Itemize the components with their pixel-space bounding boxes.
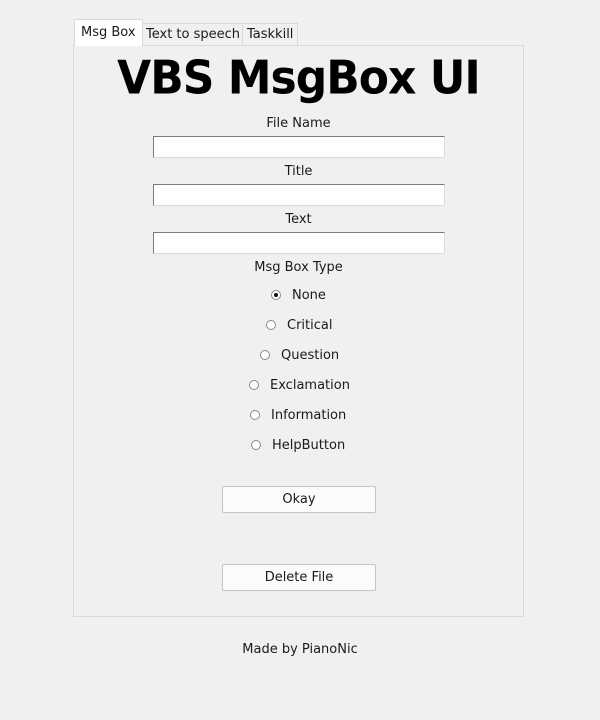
footer-credit: Made by PianoNic bbox=[242, 642, 358, 657]
radio-critical-label: Critical bbox=[287, 317, 333, 333]
radio-exclamation-label: Exclamation bbox=[270, 377, 350, 393]
msgbox-panel: VBS MsgBox UI File Name Title Text Msg B… bbox=[73, 45, 524, 617]
text-label: Text bbox=[285, 212, 312, 227]
radio-question-indicator[interactable] bbox=[260, 350, 270, 360]
radio-information-indicator[interactable] bbox=[250, 410, 260, 420]
tab-msg-box[interactable]: Msg Box bbox=[74, 19, 143, 46]
file-name-input[interactable] bbox=[153, 136, 445, 158]
tab-text-to-speech[interactable]: Text to speech bbox=[141, 23, 246, 45]
radio-none-label: None bbox=[292, 287, 326, 303]
radio-critical-indicator[interactable] bbox=[266, 320, 276, 330]
file-name-label: File Name bbox=[266, 116, 331, 131]
radio-critical[interactable]: Critical bbox=[266, 316, 332, 334]
radio-helpbutton-indicator[interactable] bbox=[251, 440, 261, 450]
delete-file-button[interactable]: Delete File bbox=[222, 564, 376, 591]
radio-information[interactable]: Information bbox=[250, 406, 346, 424]
radio-helpbutton[interactable]: HelpButton bbox=[251, 436, 345, 454]
banner-title: VBS MsgBox UI bbox=[117, 51, 481, 106]
okay-button[interactable]: Okay bbox=[222, 486, 376, 513]
radio-exclamation[interactable]: Exclamation bbox=[249, 376, 350, 394]
radio-information-label: Information bbox=[271, 407, 347, 423]
msg-box-type-label: Msg Box Type bbox=[254, 260, 343, 275]
tab-taskkill[interactable]: Taskkill bbox=[242, 23, 299, 45]
title-label: Title bbox=[284, 164, 313, 179]
radio-none-indicator[interactable] bbox=[271, 290, 281, 300]
title-input[interactable] bbox=[153, 184, 445, 206]
radio-question-label: Question bbox=[281, 347, 340, 363]
text-input[interactable] bbox=[153, 232, 445, 254]
radio-exclamation-indicator[interactable] bbox=[249, 380, 259, 390]
radio-none[interactable]: None bbox=[271, 286, 326, 304]
radio-helpbutton-label: HelpButton bbox=[272, 437, 346, 453]
radio-question[interactable]: Question bbox=[260, 346, 339, 364]
